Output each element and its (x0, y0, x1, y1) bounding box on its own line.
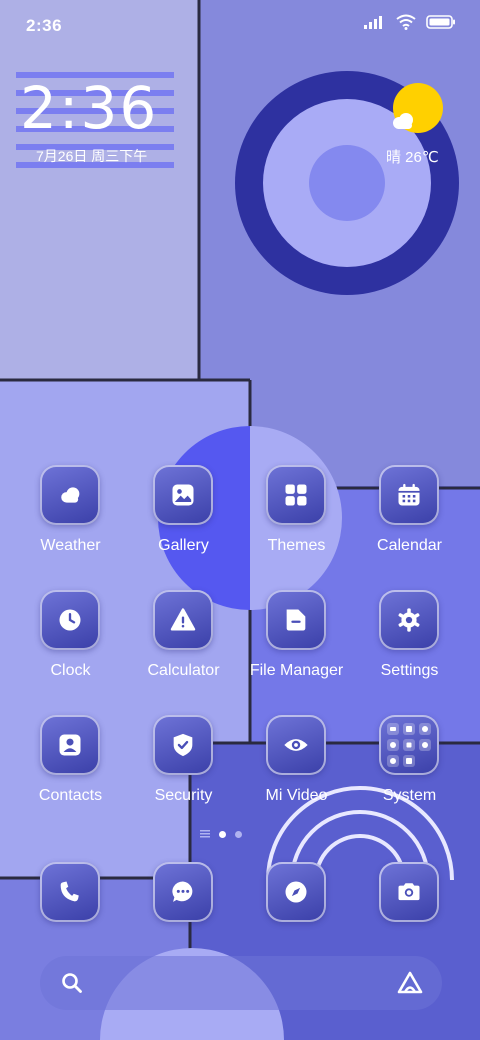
folder-grid-icon[interactable] (379, 715, 439, 775)
app-calendar[interactable]: Calendar (353, 465, 466, 575)
battery-icon (426, 15, 455, 29)
search-bar[interactable] (40, 956, 442, 1010)
widget-clock-date: 7月26日 周三下午 (36, 148, 148, 164)
camera-icon (398, 883, 420, 901)
app-label: Calendar (377, 537, 442, 554)
dock-phone-button[interactable] (40, 862, 100, 922)
wifi-icon (396, 14, 416, 30)
app-themes[interactable]: Themes (240, 465, 353, 575)
app-security[interactable]: Security (127, 715, 240, 825)
app-clock[interactable]: Clock (14, 590, 127, 700)
gallery-icon[interactable] (153, 465, 213, 525)
app-system[interactable]: System (353, 715, 466, 825)
app-label: System (382, 787, 437, 804)
assistant-icon[interactable] (396, 970, 424, 996)
app-calculator[interactable]: Calculator (127, 590, 240, 700)
status-icons (364, 14, 456, 30)
search-icon[interactable] (60, 971, 84, 995)
widget-clock-time[interactable]: 2:36 (20, 78, 156, 138)
app-weather[interactable]: Weather (14, 465, 127, 575)
dock-camera-button[interactable] (379, 862, 439, 922)
dock-browser-button[interactable] (266, 862, 326, 922)
app-file-manager[interactable]: File Manager (240, 590, 353, 700)
app-gallery[interactable]: Gallery (127, 465, 240, 575)
status-bar: 2:36 (0, 0, 480, 50)
calendar-icon[interactable] (379, 465, 439, 525)
app-label: Settings (380, 662, 439, 679)
messages-icon (172, 881, 193, 902)
page-dot (235, 830, 242, 838)
status-time: 2:36 (26, 16, 63, 35)
app-mi-video[interactable]: Mi Video (240, 715, 353, 825)
eye-icon[interactable] (266, 715, 326, 775)
folder-icon[interactable] (266, 590, 326, 650)
shield-check-icon[interactable] (153, 715, 213, 775)
app-contacts[interactable]: Contacts (14, 715, 127, 825)
weather-widget-text[interactable]: 晴 26℃ (386, 146, 439, 167)
page-indicator[interactable] (200, 830, 242, 838)
sun-cloud-icon (393, 113, 413, 129)
signal-icon (364, 16, 382, 29)
calculator-icon[interactable] (153, 590, 213, 650)
list-view-icon (200, 830, 210, 838)
weather-cloud-icon[interactable] (40, 465, 100, 525)
contacts-icon[interactable] (40, 715, 100, 775)
clock-icon[interactable] (40, 590, 100, 650)
dock-messages-button[interactable] (153, 862, 213, 922)
themes-grid-icon[interactable] (266, 465, 326, 525)
compass-icon (285, 881, 307, 903)
page-dot-active (219, 830, 226, 838)
app-settings[interactable]: Settings (353, 590, 466, 700)
phone-icon (60, 881, 79, 902)
gear-icon[interactable] (379, 590, 439, 650)
